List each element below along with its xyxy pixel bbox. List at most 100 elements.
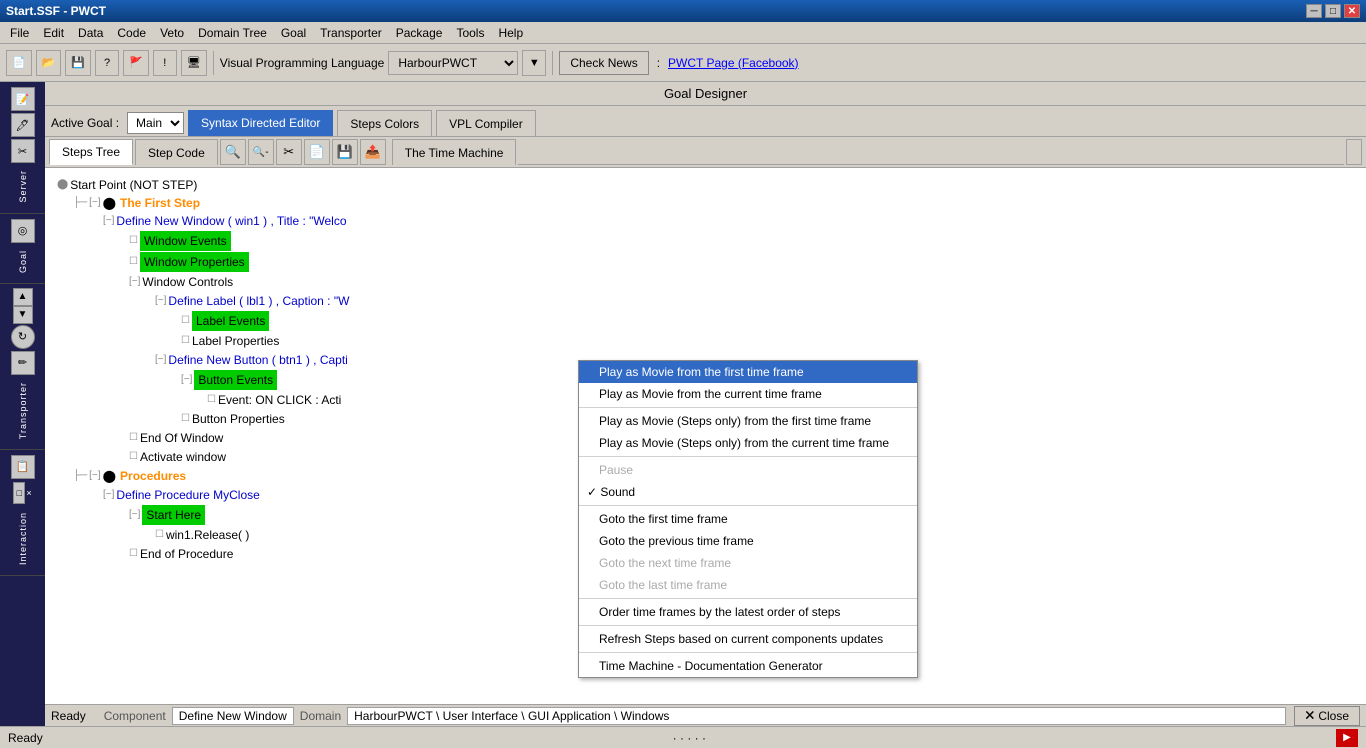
sidebar-server-icon1[interactable]: 📝 <box>11 87 35 111</box>
window-events-label[interactable]: Window Events <box>140 231 231 251</box>
expand-icon[interactable]: ├─ <box>73 194 87 212</box>
dropdown-play-first[interactable]: Play as Movie from the first time frame <box>579 361 917 383</box>
toolbar-new[interactable]: 📄 <box>6 50 32 76</box>
dropdown-play-steps-current[interactable]: Play as Movie (Steps only) from the curr… <box>579 432 917 454</box>
toolbar-save[interactable]: 💾 <box>65 50 91 76</box>
harbour-select[interactable]: HarbourPWCT <box>388 51 518 75</box>
sidebar-transporter-icon[interactable]: ↻ <box>11 325 35 349</box>
menu-goal[interactable]: Goal <box>275 24 312 42</box>
sidebar-interaction-icon1[interactable]: 📋 <box>11 455 35 479</box>
button-props-label[interactable]: Button Properties <box>192 410 285 428</box>
tab-vpl-compiler[interactable]: VPL Compiler <box>436 110 536 136</box>
menu-edit[interactable]: Edit <box>37 24 70 42</box>
end-window-label[interactable]: End Of Window <box>140 429 223 447</box>
activate-label[interactable]: Activate window <box>140 448 226 466</box>
release-label[interactable]: win1.Release( ) <box>166 526 249 544</box>
menu-transporter[interactable]: Transporter <box>314 24 388 42</box>
minus-procs[interactable]: [−] <box>89 467 100 485</box>
menu-code[interactable]: Code <box>111 24 152 42</box>
sidebar-interaction-label[interactable]: Interaction <box>18 506 28 571</box>
dropdown-play-steps-first[interactable]: Play as Movie (Steps only) from the firs… <box>579 410 917 432</box>
tree-root-toggle[interactable]: ⬤ <box>57 176 68 194</box>
expand-icon3[interactable]: ☐ <box>129 232 138 250</box>
expand-icon12[interactable]: ☐ <box>181 410 190 428</box>
define-label-text[interactable]: Define Label ( lbl1 ) , Caption : "W <box>168 292 349 310</box>
save-step-btn[interactable]: 💾 <box>332 139 358 165</box>
expand-icon7[interactable]: ☐ <box>181 312 190 330</box>
scrollbar-placeholder[interactable] <box>1346 139 1362 165</box>
dropdown-goto-prev[interactable]: Goto the previous time frame <box>579 530 917 552</box>
dropdown-goto-first[interactable]: Goto the first time frame <box>579 508 917 530</box>
dropdown-arrow[interactable]: ▼ <box>522 50 546 76</box>
minus-proc[interactable]: [−] <box>103 486 114 504</box>
active-goal-select[interactable]: Main <box>127 112 184 134</box>
dropdown-refresh-steps[interactable]: Refresh Steps based on current component… <box>579 628 917 650</box>
procedures-label[interactable]: Procedures <box>120 467 186 485</box>
toolbar-help[interactable]: ? <box>95 50 119 76</box>
end-proc-label[interactable]: End of Procedure <box>140 545 233 563</box>
sidebar-x-icon[interactable]: □ <box>13 482 25 504</box>
first-step-label[interactable]: The First Step <box>120 194 200 212</box>
start-here-label[interactable]: Start Here <box>142 505 205 525</box>
label-props-label[interactable]: Label Properties <box>192 332 279 350</box>
tab-step-code[interactable]: Step Code <box>135 139 218 165</box>
tab-steps-colors[interactable]: Steps Colors <box>337 110 432 136</box>
button-events-label[interactable]: Button Events <box>194 370 277 390</box>
sidebar-down-arrow[interactable]: ▼ <box>13 306 33 324</box>
menu-veto[interactable]: Veto <box>154 24 190 42</box>
expand-icon8[interactable]: ☐ <box>181 332 190 350</box>
toolbar-flag[interactable]: 🚩 <box>123 50 149 76</box>
tab-time-machine[interactable]: The Time Machine <box>392 139 517 165</box>
expand-icon13[interactable]: ☐ <box>129 429 138 447</box>
expand-release[interactable]: ☐ <box>155 526 164 544</box>
toolbar-open[interactable]: 📂 <box>36 50 62 76</box>
window-controls-label[interactable]: Window Controls <box>142 273 233 291</box>
menu-data[interactable]: Data <box>72 24 109 42</box>
sidebar-goal-icon[interactable]: ◎ <box>11 219 35 243</box>
menu-tools[interactable]: Tools <box>450 24 490 42</box>
menu-file[interactable]: File <box>4 24 35 42</box>
label-events-label[interactable]: Label Events <box>192 311 269 331</box>
sidebar-up-arrow[interactable]: ▲ <box>13 288 33 306</box>
expand-procs[interactable]: ├─ <box>73 467 87 485</box>
minimize-button[interactable]: ─ <box>1306 4 1322 18</box>
minus-icon9[interactable]: [−] <box>155 351 166 369</box>
tab-steps-tree[interactable]: Steps Tree <box>49 139 133 165</box>
expand-end-proc[interactable]: ☐ <box>129 545 138 563</box>
expand-icon4[interactable]: ☐ <box>129 253 138 271</box>
sidebar-server-icon2[interactable]: 🖊 <box>11 113 35 137</box>
minus-icon6[interactable]: [−] <box>155 292 166 310</box>
dropdown-order-frames[interactable]: Order time frames by the latest order of… <box>579 601 917 623</box>
minus-icon10[interactable]: [−] <box>181 371 192 389</box>
expand-icon11[interactable]: ☐ <box>207 391 216 409</box>
define-button-label[interactable]: Define New Button ( btn1 ) , Capti <box>168 351 347 369</box>
sidebar-transporter-label[interactable]: Transporter <box>18 376 28 445</box>
define-proc-label[interactable]: Define Procedure MyClose <box>116 486 259 504</box>
dropdown-play-current[interactable]: Play as Movie from the current time fram… <box>579 383 917 405</box>
window-props-label[interactable]: Window Properties <box>140 252 249 272</box>
minus-start[interactable]: [−] <box>129 506 140 524</box>
status-close-button[interactable]: 🗙 Close <box>1294 706 1360 726</box>
menu-package[interactable]: Package <box>390 24 449 42</box>
maximize-button[interactable]: □ <box>1325 4 1341 18</box>
minus-icon2[interactable]: [−] <box>103 212 114 230</box>
onclick-label[interactable]: Event: ON CLICK : Acti <box>218 391 341 409</box>
toolbar-exclaim[interactable]: ! <box>153 50 177 76</box>
define-window-label[interactable]: Define New Window ( win1 ) , Title : "We… <box>116 212 346 230</box>
close-window-button[interactable]: ✕ <box>1344 4 1360 18</box>
sidebar-server-label[interactable]: Server <box>18 164 28 209</box>
toolbar-monitor[interactable]: 🖥 <box>181 50 207 76</box>
sidebar-goal-label[interactable]: Goal <box>18 244 28 279</box>
sidebar-server-icon3[interactable]: ✂ <box>11 139 35 163</box>
tab-syntax-editor[interactable]: Syntax Directed Editor <box>188 110 333 136</box>
cut-btn[interactable]: ✂ <box>276 139 302 165</box>
pwct-facebook-link[interactable]: PWCT Page (Facebook) <box>668 56 799 70</box>
tree-root-label[interactable]: Start Point (NOT STEP) <box>70 176 197 194</box>
minus-icon5[interactable]: [−] <box>129 273 140 291</box>
sidebar-edit-icon[interactable]: ✏ <box>11 351 35 375</box>
menu-domain-tree[interactable]: Domain Tree <box>192 24 273 42</box>
zoom-out-btn[interactable]: 🔍- <box>248 139 274 165</box>
export-btn[interactable]: 📤 <box>360 139 386 165</box>
dropdown-sound[interactable]: ✓ Sound <box>579 481 917 503</box>
zoom-in-btn[interactable]: 🔍 <box>220 139 246 165</box>
